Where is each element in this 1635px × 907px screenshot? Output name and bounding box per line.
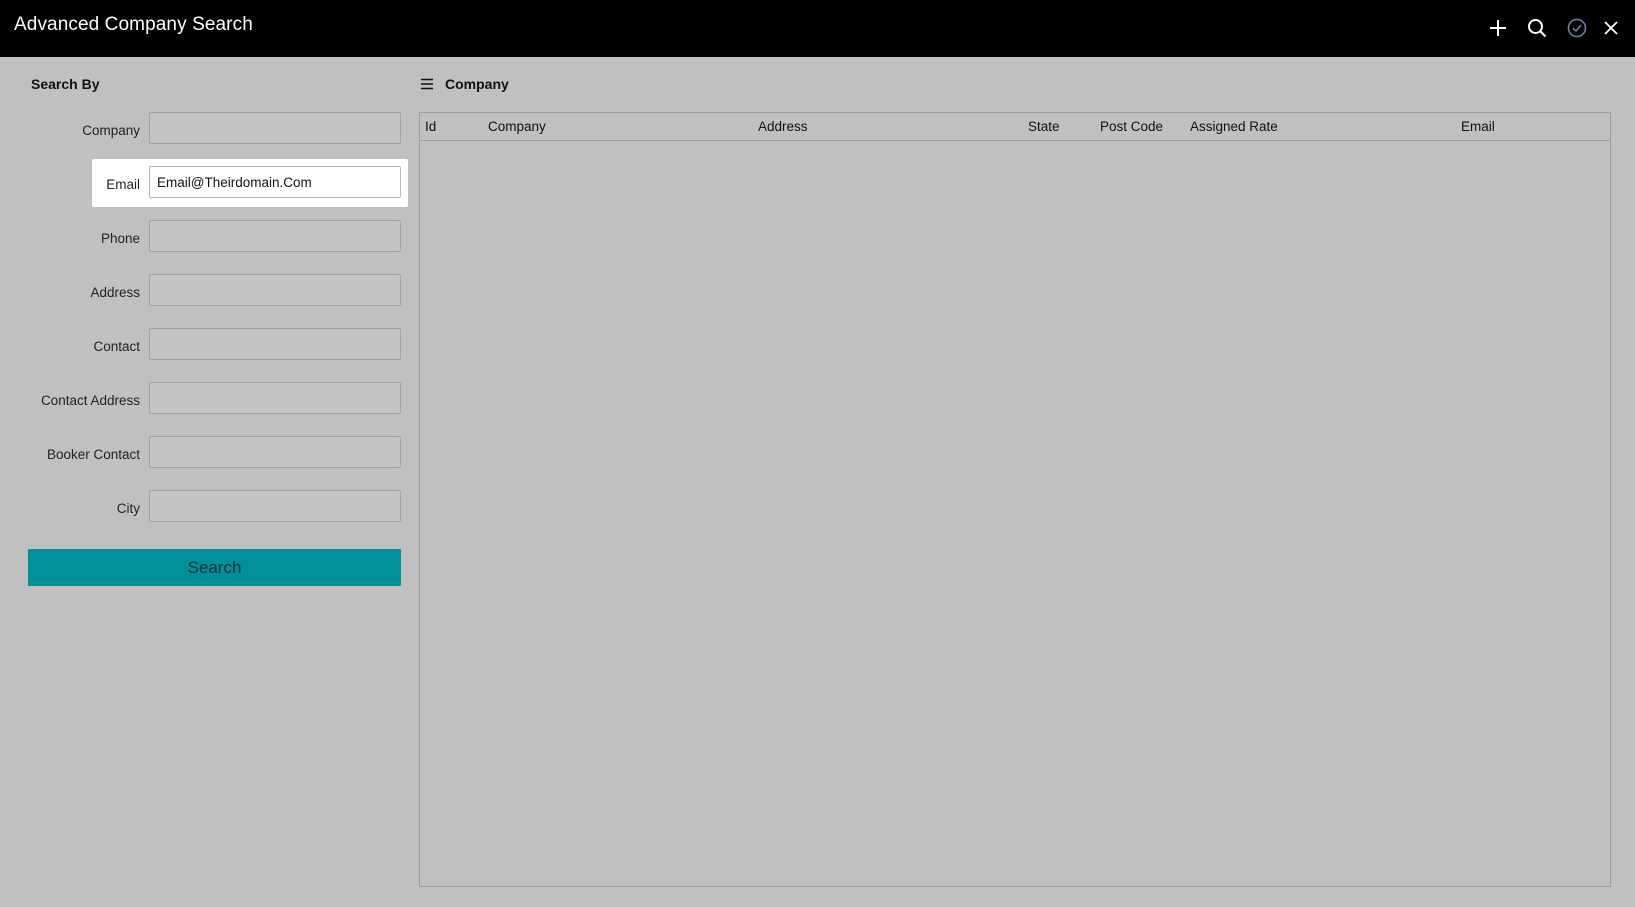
menu-icon[interactable] bbox=[420, 77, 434, 91]
city-field-row: City bbox=[0, 487, 410, 535]
booker-contact-field-row: Booker Contact bbox=[0, 433, 410, 481]
results-heading: Company bbox=[445, 76, 509, 92]
add-button[interactable] bbox=[1484, 14, 1512, 42]
contact-address-input[interactable] bbox=[149, 382, 401, 414]
column-header-email[interactable]: Email bbox=[1461, 119, 1495, 134]
check-circle-icon bbox=[1567, 18, 1587, 38]
search-button[interactable]: Search bbox=[28, 549, 401, 586]
phone-input[interactable] bbox=[149, 220, 401, 252]
contact-address-field-row: Contact Address bbox=[0, 379, 410, 427]
email-label: Email bbox=[106, 177, 140, 192]
title-bar: Advanced Company Search bbox=[0, 0, 1635, 57]
contact-address-label: Contact Address bbox=[40, 393, 140, 408]
column-header-state[interactable]: State bbox=[1028, 119, 1060, 134]
city-label: City bbox=[116, 501, 140, 516]
search-icon bbox=[1528, 19, 1547, 38]
company-field-row: Company bbox=[0, 109, 410, 157]
grid-header: Id Company Address State Post Code Assig… bbox=[420, 113, 1610, 141]
city-input[interactable] bbox=[149, 490, 401, 522]
address-input[interactable] bbox=[149, 274, 401, 306]
booker-contact-label: Booker Contact bbox=[46, 447, 140, 462]
confirm-button[interactable] bbox=[1563, 14, 1591, 42]
close-button[interactable] bbox=[1597, 14, 1625, 42]
close-icon bbox=[1604, 21, 1618, 35]
column-header-company[interactable]: Company bbox=[488, 119, 546, 134]
search-toolbar-button[interactable] bbox=[1523, 14, 1551, 42]
column-header-assigned-rate[interactable]: Assigned Rate bbox=[1190, 119, 1278, 134]
column-header-id[interactable]: Id bbox=[425, 119, 436, 134]
phone-label: Phone bbox=[100, 231, 140, 246]
contact-label: Contact bbox=[93, 339, 140, 354]
contact-input[interactable] bbox=[149, 328, 401, 360]
email-input[interactable] bbox=[149, 166, 401, 198]
company-input[interactable] bbox=[149, 112, 401, 144]
phone-field-row: Phone bbox=[0, 217, 410, 265]
email-field-row: Email bbox=[0, 159, 410, 211]
company-label: Company bbox=[82, 123, 140, 138]
search-by-heading: Search By bbox=[31, 76, 100, 92]
address-field-row: Address bbox=[0, 271, 410, 319]
contact-field-row: Contact bbox=[0, 325, 410, 373]
column-header-address[interactable]: Address bbox=[758, 119, 808, 134]
window-title: Advanced Company Search bbox=[14, 14, 253, 35]
column-header-post-code[interactable]: Post Code bbox=[1100, 119, 1163, 134]
address-label: Address bbox=[90, 285, 140, 300]
plus-icon bbox=[1490, 20, 1506, 36]
booker-contact-input[interactable] bbox=[149, 436, 401, 468]
results-grid: Id Company Address State Post Code Assig… bbox=[419, 112, 1611, 887]
